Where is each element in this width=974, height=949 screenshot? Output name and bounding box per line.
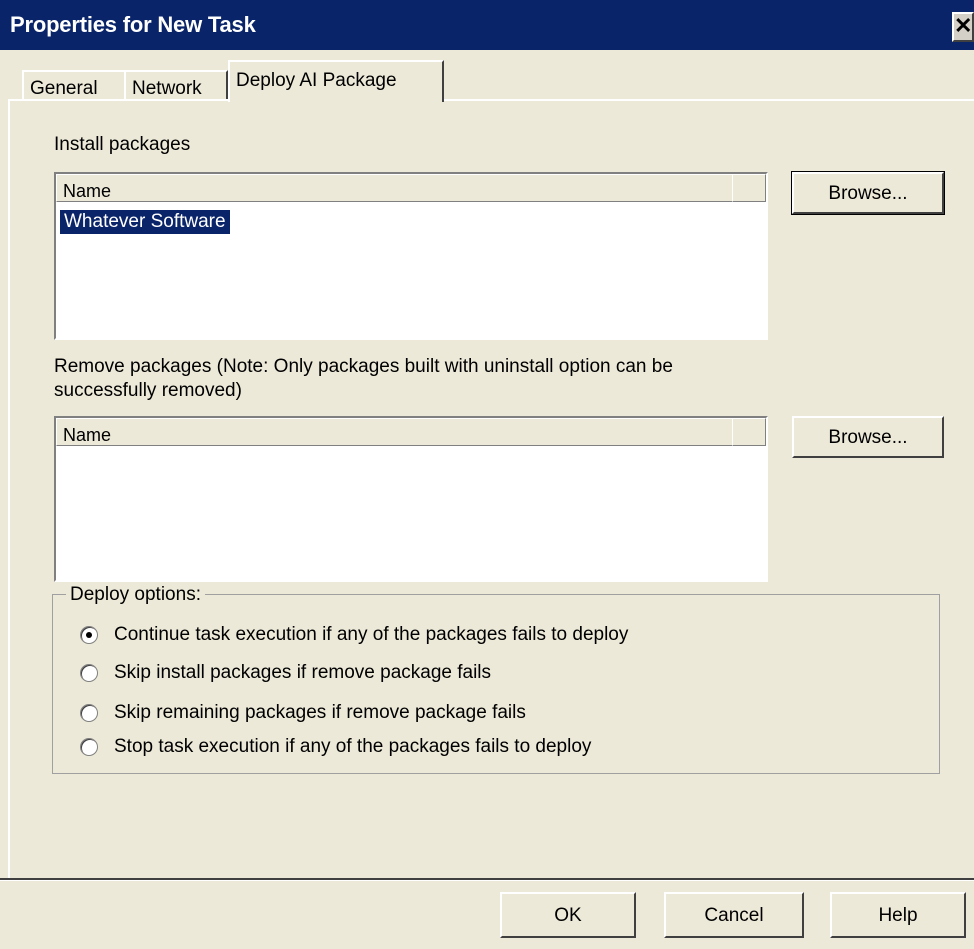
remove-packages-list[interactable]: Name bbox=[54, 416, 768, 582]
tab-network-label: Network bbox=[132, 78, 202, 99]
option-skip-install-label[interactable]: Skip install packages if remove package … bbox=[114, 662, 491, 684]
remove-packages-label-line2: successfully removed) bbox=[54, 380, 242, 401]
install-browse-button[interactable]: Browse... bbox=[791, 171, 945, 215]
remove-name-column-header[interactable]: Name bbox=[56, 418, 732, 446]
ok-button[interactable]: OK bbox=[500, 892, 636, 938]
window-title: Properties for New Task bbox=[10, 12, 256, 37]
install-packages-list[interactable]: Name Whatever Software bbox=[54, 172, 768, 340]
remove-browse-button[interactable]: Browse... bbox=[792, 416, 944, 458]
radio-skip-remaining[interactable] bbox=[80, 704, 98, 722]
remove-name-column-label: Name bbox=[63, 425, 112, 445]
deploy-options-legend: Deploy options: bbox=[66, 584, 205, 606]
list-item[interactable]: Whatever Software bbox=[60, 210, 230, 234]
install-packages-label: Install packages bbox=[54, 134, 191, 155]
option-continue-label[interactable]: Continue task execution if any of the pa… bbox=[114, 624, 628, 646]
close-button[interactable]: ✕ bbox=[952, 12, 974, 42]
tab-network[interactable]: Network bbox=[124, 70, 228, 100]
tab-general[interactable]: General bbox=[22, 70, 126, 100]
radio-skip-install[interactable] bbox=[80, 664, 98, 682]
remove-header-filler bbox=[732, 418, 766, 446]
close-icon: ✕ bbox=[954, 13, 973, 38]
help-button[interactable]: Help bbox=[830, 892, 966, 938]
install-header-filler bbox=[732, 174, 766, 202]
cancel-button[interactable]: Cancel bbox=[664, 892, 804, 938]
install-name-column-label: Name bbox=[63, 181, 112, 201]
tab-deploy-label: Deploy AI Package bbox=[236, 70, 397, 91]
tab-general-label: General bbox=[30, 78, 98, 99]
remove-packages-label-line1: Remove packages (Note: Only packages bui… bbox=[54, 356, 673, 377]
radio-selected-dot bbox=[86, 632, 92, 638]
radio-continue-execution[interactable] bbox=[80, 626, 98, 644]
title-bar: Properties for New Task bbox=[0, 0, 974, 50]
install-name-column-header[interactable]: Name bbox=[56, 174, 732, 202]
tab-deploy-ai-package[interactable]: Deploy AI Package bbox=[228, 60, 444, 102]
radio-stop-execution[interactable] bbox=[80, 738, 98, 756]
footer-divider bbox=[0, 878, 974, 881]
option-stop-label[interactable]: Stop task execution if any of the packag… bbox=[114, 736, 591, 758]
option-skip-remaining-label[interactable]: Skip remaining packages if remove packag… bbox=[114, 702, 526, 724]
